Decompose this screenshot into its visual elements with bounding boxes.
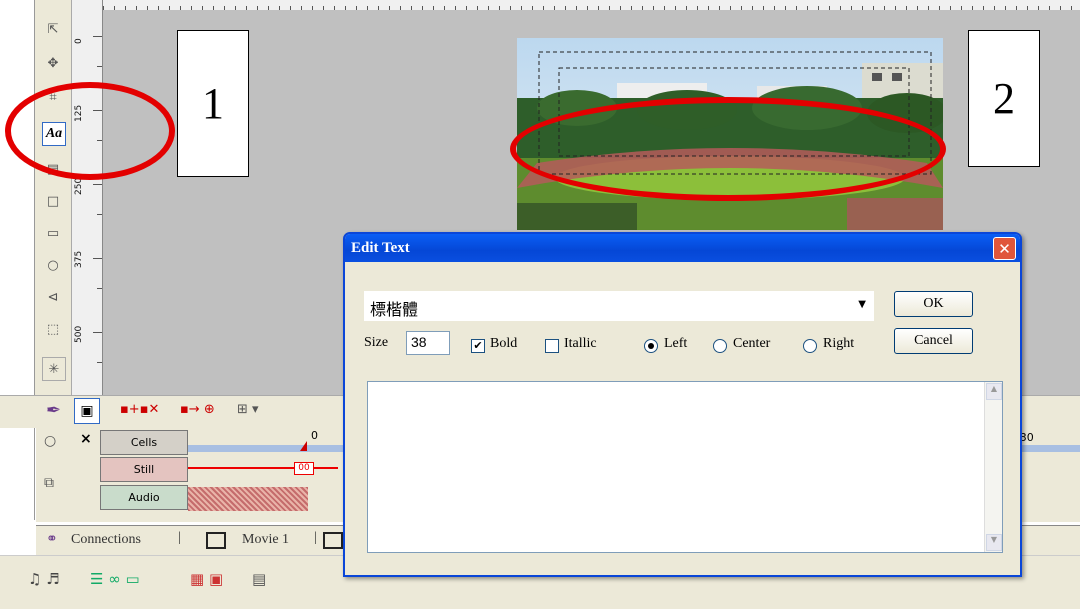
still-clip-tag[interactable]: 00 xyxy=(294,462,314,475)
audio-bar xyxy=(188,487,308,511)
tab-connections[interactable]: Connections xyxy=(71,532,141,548)
ellipse-icon[interactable]: ○ xyxy=(42,254,64,276)
rotate-tool-icon[interactable]: ✥ xyxy=(42,52,64,74)
left-panel xyxy=(0,0,35,520)
still-bar xyxy=(188,467,338,469)
edit-icon[interactable]: ▦ ▣ xyxy=(190,570,223,588)
dialog-title: Edit Text xyxy=(351,240,410,256)
align-center-label: Center xyxy=(733,336,771,351)
annotation-ellipse-2 xyxy=(510,97,946,201)
add-cell-icon[interactable]: ▪+▪✕ xyxy=(120,402,159,417)
close-icon[interactable]: ✕ xyxy=(993,237,1016,260)
selection-icon[interactable]: ⬚ xyxy=(42,318,64,340)
size-input[interactable]: 38 xyxy=(406,331,450,355)
annotation-box-2: 2 xyxy=(968,30,1040,167)
clip-icon[interactable]: ▣ xyxy=(74,398,100,424)
pen-icon[interactable]: ✒ xyxy=(46,400,61,421)
track-audio[interactable]: Audio xyxy=(100,485,188,510)
movie-icon-2 xyxy=(323,532,343,549)
frame-icon[interactable]: ⧉ xyxy=(44,475,54,491)
list-icon[interactable]: ☰ ∞ ▭ xyxy=(90,570,140,588)
font-value: 標楷體 xyxy=(370,300,419,319)
edit-text-dialog: Edit Text ✕ 標楷體 ▼ OK Cancel Size 38 ✔ Bo… xyxy=(343,232,1022,577)
ok-button[interactable]: OK xyxy=(894,291,973,317)
insert-icon[interactable]: ▪→ ⊕ xyxy=(180,402,215,417)
italic-label: Itallic xyxy=(564,336,597,351)
dialog-title-bar[interactable]: Edit Text ✕ xyxy=(345,234,1020,262)
annotation-ellipse-1 xyxy=(5,82,175,180)
align-right-label: Right xyxy=(823,336,855,351)
align-left-label: Left xyxy=(664,336,688,351)
audio-import-icon[interactable]: ♫ ♬ xyxy=(28,570,60,588)
annotation-box-1: 1 xyxy=(177,30,249,177)
vertical-ruler: 0 125 250 375 500 xyxy=(72,0,103,395)
track-cells[interactable]: Cells xyxy=(100,430,188,455)
track-still[interactable]: Still xyxy=(100,457,188,482)
bold-checkbox[interactable]: ✔ xyxy=(471,339,485,353)
playhead-icon[interactable] xyxy=(300,441,307,451)
ruler-label: 500 xyxy=(74,325,84,343)
align-center-radio[interactable] xyxy=(713,339,727,353)
tool-palette: ⇱ ✥ ⌗ Aa ▤ □ ▭ ○ ⊲ ⬚ ✳ xyxy=(35,0,72,395)
align-right-radio[interactable] xyxy=(803,339,817,353)
ruler-label: 375 xyxy=(74,250,84,268)
polygon-icon[interactable]: ⊲ xyxy=(42,286,64,308)
circle-icon[interactable]: ○ xyxy=(44,433,56,449)
rectangle-outline-icon[interactable]: ▭ xyxy=(42,222,64,244)
align-left-radio[interactable] xyxy=(644,339,658,353)
italic-checkbox[interactable] xyxy=(545,339,559,353)
connections-icon: ⚭ xyxy=(46,532,58,547)
text-area[interactable]: ▲ ▼ xyxy=(367,381,1003,553)
size-label: Size xyxy=(364,335,389,350)
properties-icon[interactable]: ▤ xyxy=(252,570,266,588)
snap-icon[interactable]: ✳ xyxy=(42,357,66,381)
pointer-tool-icon[interactable]: ⇱ xyxy=(42,18,64,40)
scroll-up-icon[interactable]: ▲ xyxy=(986,383,1002,400)
ruler-label: 250 xyxy=(74,177,84,195)
movie-icon xyxy=(206,532,226,549)
bold-label: Bold xyxy=(490,336,518,351)
dropdown-arrow-icon[interactable]: ▼ xyxy=(858,299,866,310)
cancel-button[interactable]: Cancel xyxy=(894,328,973,354)
scroll-down-icon[interactable]: ▼ xyxy=(986,534,1002,551)
font-select[interactable]: 標楷體 ▼ xyxy=(364,291,874,321)
vertical-scrollbar[interactable]: ▲ ▼ xyxy=(984,382,1002,552)
tab-movie-1[interactable]: Movie 1 xyxy=(242,532,289,548)
close-track-icon[interactable]: × xyxy=(80,431,92,447)
ruler-label: 0 xyxy=(74,38,84,44)
split-icon[interactable]: ⊞ ▾ xyxy=(237,402,259,417)
time-marker-zero: 0 xyxy=(311,429,318,442)
rectangle-icon[interactable]: □ xyxy=(42,190,64,212)
